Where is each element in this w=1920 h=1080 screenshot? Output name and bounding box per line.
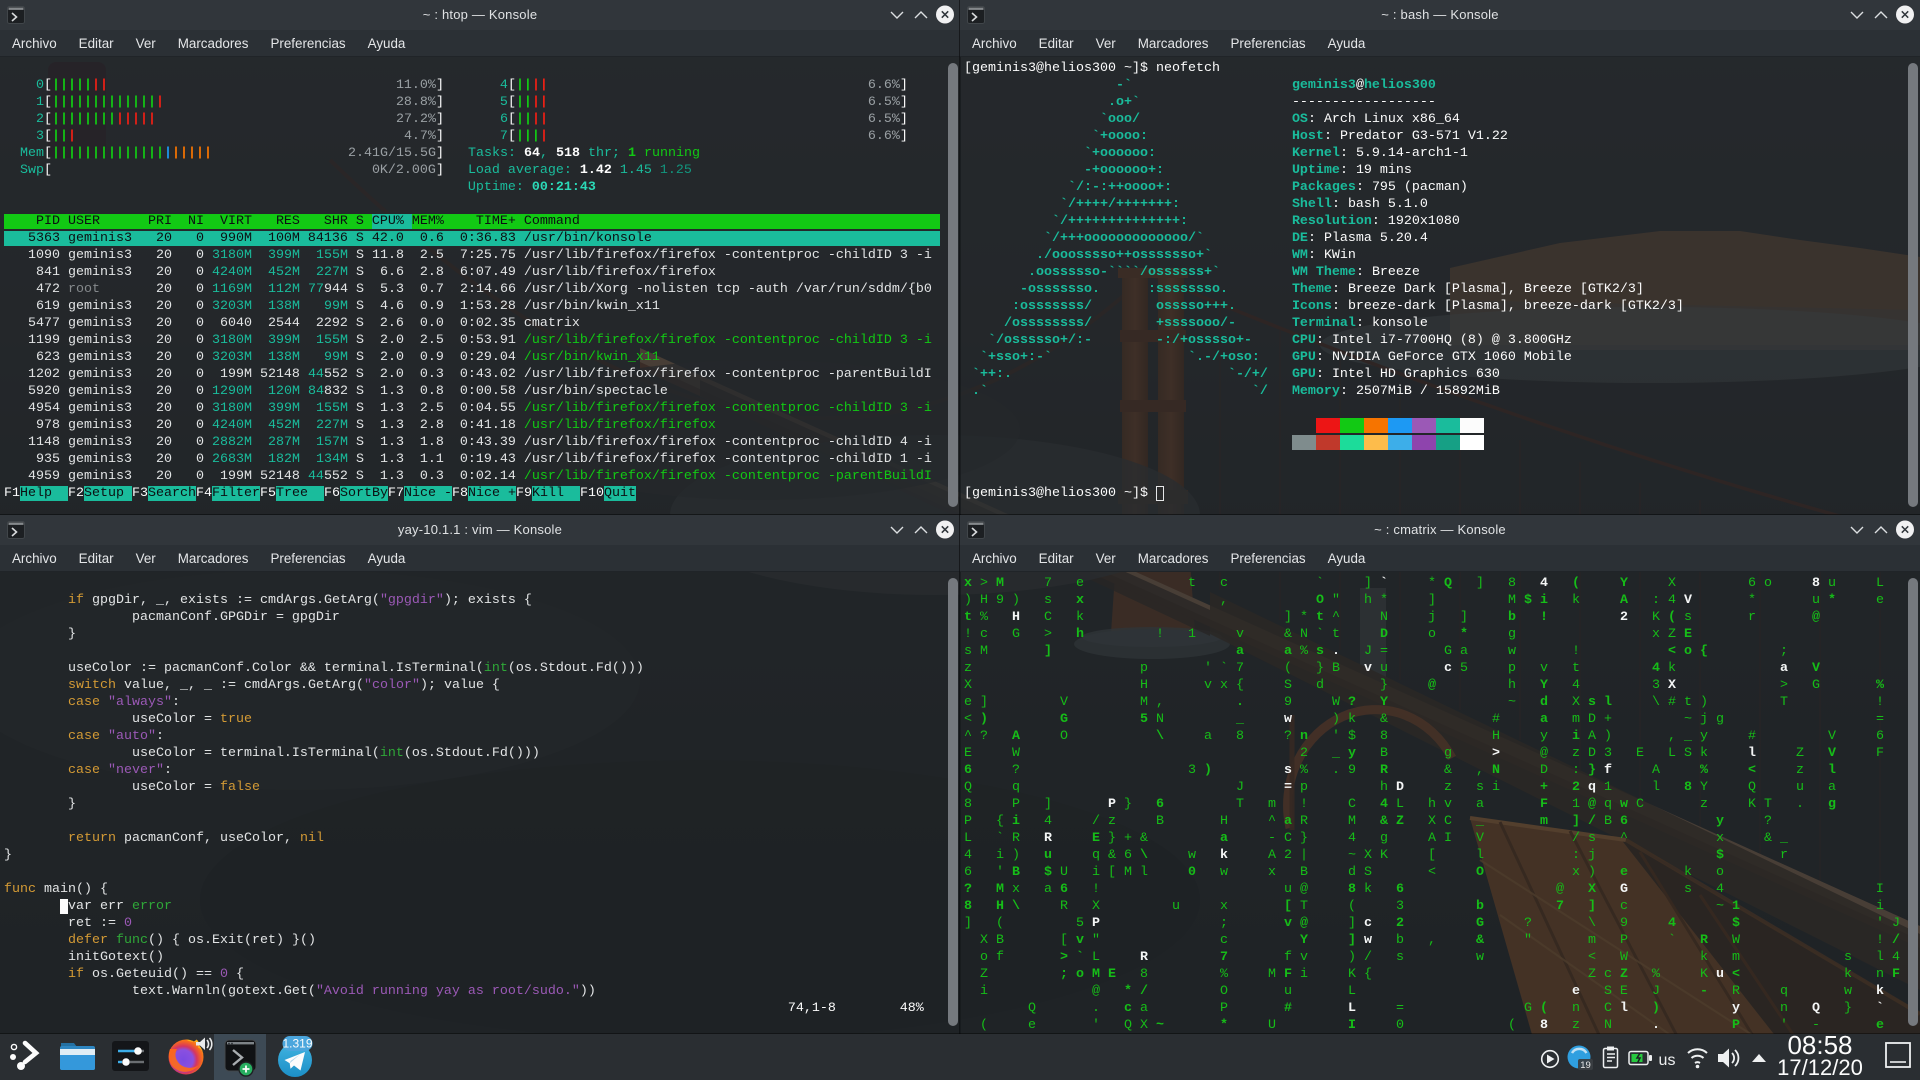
svg-text:19: 19 xyxy=(1580,1060,1591,1071)
svg-text:1.319: 1.319 xyxy=(282,1037,312,1051)
svg-text:us: us xyxy=(1659,1052,1676,1069)
